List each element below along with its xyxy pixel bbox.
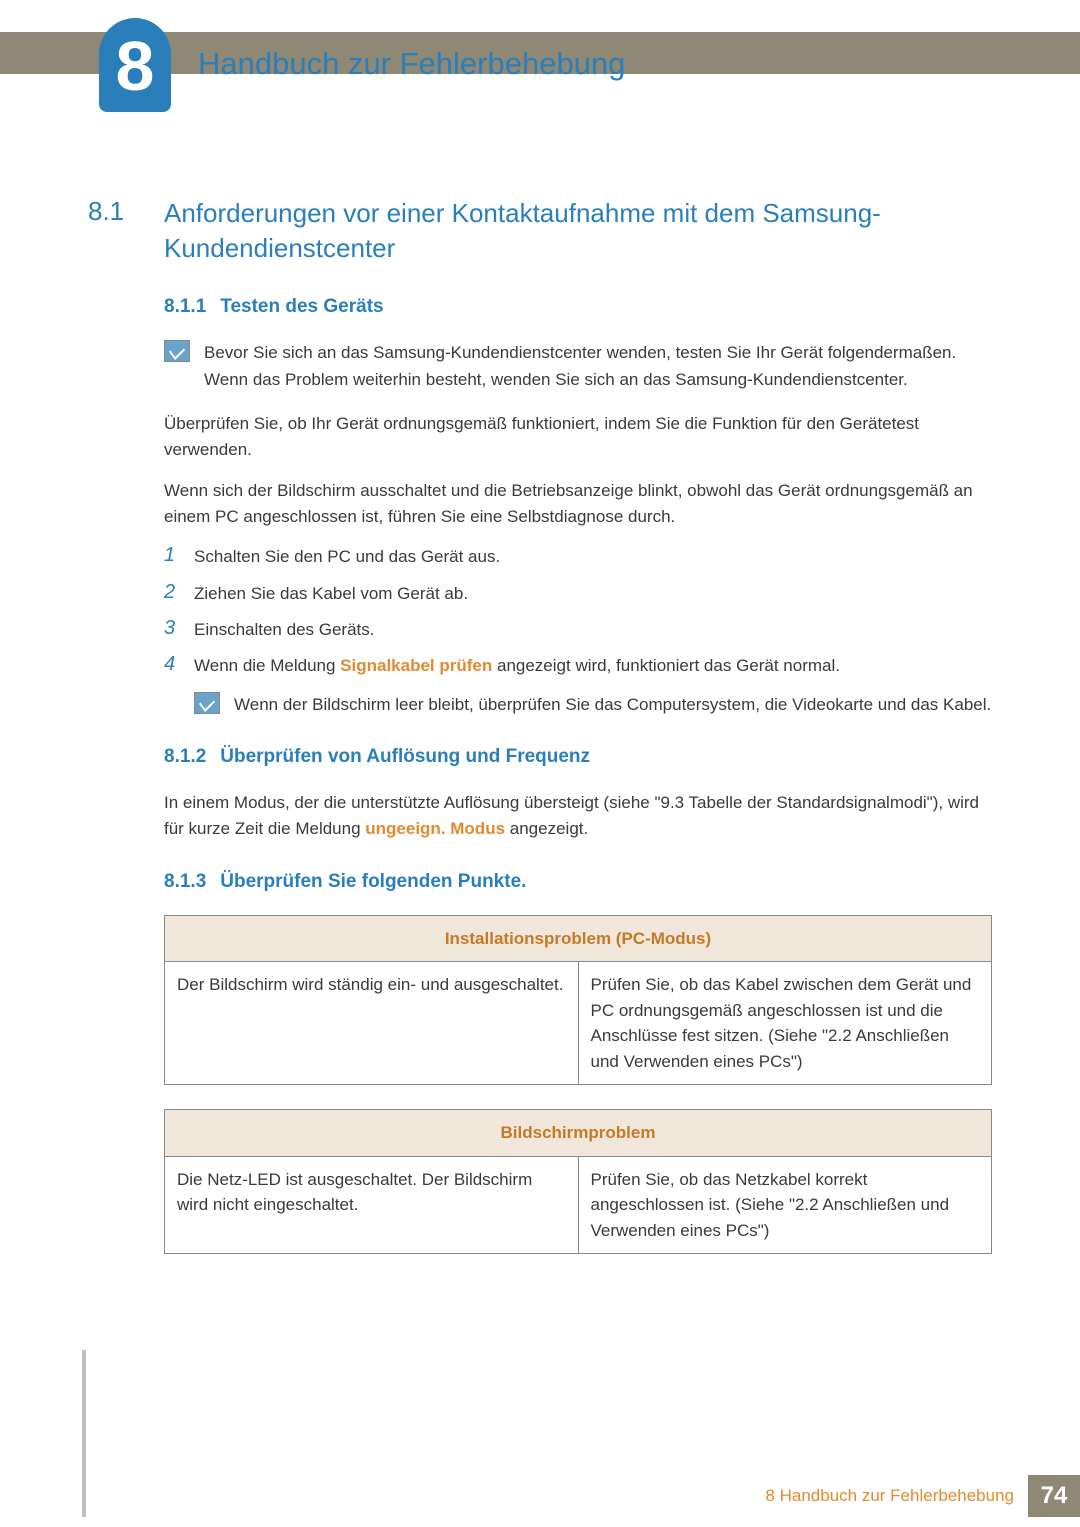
solution-cell: Prüfen Sie, ob das Netzkabel korrekt ang… (578, 1156, 992, 1254)
step-text: Ziehen Sie das Kabel vom Gerät ab. (194, 581, 992, 607)
nested-note-block: Wenn der Bildschirm leer bleibt, überprü… (194, 692, 992, 718)
table-row: Der Bildschirm wird ständig ein- und aus… (165, 962, 992, 1085)
table-header: Installationsproblem (PC-Modus) (165, 915, 992, 962)
note-icon (194, 692, 220, 714)
footer-chapter-title: 8 Handbuch zur Fehlerbehebung (765, 1486, 1014, 1506)
numbered-list: 1 Schalten Sie den PC und das Gerät aus.… (164, 544, 992, 679)
list-item: 3 Einschalten des Geräts. (164, 617, 992, 643)
troubleshoot-table-screen: Bildschirmproblem Die Netz-LED ist ausge… (164, 1109, 992, 1254)
page-number: 74 (1028, 1475, 1080, 1517)
chapter-number-badge: 8 (99, 18, 171, 112)
step-text: Schalten Sie den PC und das Gerät aus. (194, 544, 992, 570)
paragraph: Überprüfen Sie, ob Ihr Gerät ordnungsgem… (164, 411, 992, 464)
step-number: 1 (164, 544, 194, 567)
section-number: 8.1 (88, 196, 164, 266)
paragraph: Wenn sich der Bildschirm ausschaltet und… (164, 478, 992, 531)
chapter-title: Handbuch zur Fehlerbehebung (198, 46, 625, 82)
step-number: 2 (164, 581, 194, 604)
step-number: 3 (164, 617, 194, 640)
step-text: Einschalten des Geräts. (194, 617, 992, 643)
page-content: 8.1 Anforderungen vor einer Kontaktaufna… (88, 196, 992, 1278)
note-text: Bevor Sie sich an das Samsung-Kundendien… (204, 340, 992, 393)
step-number: 4 (164, 653, 194, 676)
subsection-heading: 8.1.3 Überprüfen Sie folgenden Punkte. (164, 871, 992, 893)
subsection-number: 8.1.2 (164, 746, 206, 768)
paragraph: In einem Modus, der die unterstützte Auf… (164, 790, 992, 843)
table-row: Die Netz-LED ist ausgeschaltet. Der Bild… (165, 1156, 992, 1254)
list-item: 1 Schalten Sie den PC und das Gerät aus. (164, 544, 992, 570)
solution-cell: Prüfen Sie, ob das Kabel zwischen dem Ge… (578, 962, 992, 1085)
table-header: Bildschirmproblem (165, 1110, 992, 1157)
note-icon (164, 340, 190, 362)
highlighted-term: ungeeign. Modus (365, 819, 505, 838)
troubleshoot-table-installation: Installationsproblem (PC-Modus) Der Bild… (164, 915, 992, 1086)
subsection-title: Überprüfen von Auflösung und Frequenz (220, 746, 590, 768)
note-text: Wenn der Bildschirm leer bleibt, überprü… (234, 692, 991, 718)
subsection-heading: 8.1.2 Überprüfen von Auflösung und Frequ… (164, 746, 992, 768)
subsection-title: Testen des Geräts (220, 296, 383, 318)
subsection-title: Überprüfen Sie folgenden Punkte. (220, 871, 526, 893)
step-text-part: angezeigt wird, funktioniert das Gerät n… (492, 656, 840, 675)
subsection-number: 8.1.1 (164, 296, 206, 318)
problem-cell: Die Netz-LED ist ausgeschaltet. Der Bild… (165, 1156, 579, 1254)
section-heading: 8.1 Anforderungen vor einer Kontaktaufna… (88, 196, 992, 266)
step-text: Wenn die Meldung Signalkabel prüfen ange… (194, 653, 992, 679)
subsection-heading: 8.1.1 Testen des Geräts (164, 296, 992, 318)
highlighted-term: Signalkabel prüfen (340, 656, 492, 675)
page-footer: 8 Handbuch zur Fehlerbehebung 74 (0, 1475, 1080, 1517)
paragraph-text-part: angezeigt. (505, 819, 588, 838)
note-block: Bevor Sie sich an das Samsung-Kundendien… (164, 340, 992, 393)
section-title: Anforderungen vor einer Kontaktaufnahme … (164, 196, 992, 266)
subsection-number: 8.1.3 (164, 871, 206, 893)
problem-cell: Der Bildschirm wird ständig ein- und aus… (165, 962, 579, 1085)
list-item: 4 Wenn die Meldung Signalkabel prüfen an… (164, 653, 992, 679)
step-text-part: Wenn die Meldung (194, 656, 340, 675)
list-item: 2 Ziehen Sie das Kabel vom Gerät ab. (164, 581, 992, 607)
